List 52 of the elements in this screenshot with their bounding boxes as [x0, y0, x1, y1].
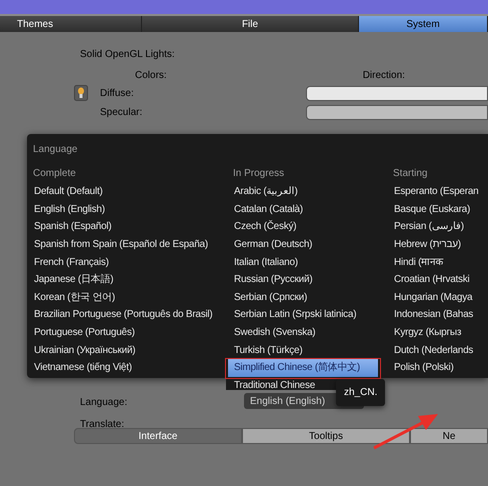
column-header: In Progress	[233, 167, 286, 181]
language-option[interactable]: Arabic (العربية)	[233, 183, 393, 201]
translate-tab[interactable]: Interface	[74, 428, 242, 444]
section-title: Solid OpenGL Lights:	[80, 49, 175, 60]
language-option[interactable]: Indonesian (Bahas	[393, 306, 488, 324]
language-option[interactable]: German (Deutsch)	[233, 236, 393, 254]
language-option[interactable]: Russian (Русский)	[233, 270, 393, 289]
language-option[interactable]: Kyrgyz (Кыргыз	[393, 324, 488, 342]
language-option[interactable]: Serbian (Српски)	[233, 288, 393, 306]
language-option[interactable]: English (English)	[33, 200, 233, 218]
language-option[interactable]: Korean (한국 언어)	[33, 288, 233, 306]
language-option[interactable]: Croatian (Hrvatski	[393, 270, 488, 289]
language-option[interactable]: Hungarian (Magya	[393, 288, 488, 306]
language-option[interactable]: Spanish from Spain (Español de España)	[33, 236, 233, 254]
language-option[interactable]: Brazilian Portuguese (Português do Brasil)	[33, 306, 233, 324]
language-option[interactable]: French (Français)	[33, 253, 233, 271]
language-label: Language:	[80, 396, 128, 410]
language-option[interactable]: Portuguese (Português)	[33, 324, 233, 342]
language-option[interactable]: Hindi (मानक	[393, 253, 488, 271]
light-label: Diffuse:	[100, 86, 135, 100]
language-option[interactable]: Ukrainian (Український)	[33, 341, 233, 359]
language-option[interactable]: Swedish (Svenska)	[233, 324, 393, 342]
language-option[interactable]: Czech (Český)	[233, 218, 393, 236]
language-option[interactable]: Italian (Italiano)	[233, 253, 393, 271]
language-option[interactable]: Dutch (Nederlands	[393, 341, 488, 359]
column-header: Complete	[33, 167, 77, 181]
direction-field[interactable]	[306, 104, 488, 120]
translate-tab[interactable]: Tooltips	[242, 428, 410, 444]
column-label: Direction:	[362, 69, 405, 83]
language-option[interactable]: Basque (Euskara)	[393, 200, 488, 218]
column-label: Colors:	[135, 69, 167, 83]
tooltip: zh_CN.	[336, 379, 386, 406]
menu-title: Language	[33, 144, 78, 155]
language-option[interactable]: Esperanto (Esperan	[393, 183, 488, 201]
tab[interactable]: File	[142, 16, 359, 32]
direction-field[interactable]	[306, 86, 488, 100]
column-header: Starting	[393, 167, 428, 181]
lightbulb-icon[interactable]	[74, 85, 88, 101]
language-option[interactable]: Japanese (日本語)	[33, 270, 233, 289]
language-option[interactable]: Default (Default)	[33, 183, 233, 201]
language-option[interactable]: Serbian Latin (Srpski latinica)	[233, 306, 393, 324]
language-option[interactable]: Polish (Polski)	[393, 358, 488, 377]
language-option[interactable]: Turkish (Türkçe)	[233, 341, 393, 359]
language-option[interactable]: Spanish (Español)	[33, 218, 233, 236]
language-option[interactable]: Simplified Chinese (简体中文)	[228, 358, 378, 377]
language-option[interactable]: Hebrew (עברית)	[393, 236, 488, 254]
language-option[interactable]: Catalan (Català)	[233, 200, 393, 218]
tab[interactable]: Themes	[0, 16, 142, 32]
light-label: Specular:	[100, 106, 144, 120]
language-option[interactable]: Persian (فارسی)	[393, 218, 488, 236]
tab[interactable]: System	[359, 16, 488, 32]
translate-tab[interactable]: Ne	[410, 428, 488, 444]
